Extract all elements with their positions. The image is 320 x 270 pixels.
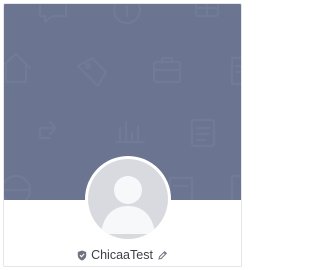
share-arrow-icon	[38, 120, 58, 140]
chat-bubble-icon	[38, 4, 68, 24]
profile-name-row: ChicaaTest	[4, 247, 241, 263]
profile-card: ChicaaTest	[3, 3, 242, 267]
profile-display-name: ChicaaTest	[91, 248, 153, 262]
home-icon	[4, 52, 32, 84]
globe-icon	[4, 174, 32, 200]
document-icon	[168, 176, 194, 200]
pencil-icon[interactable]	[157, 250, 168, 261]
info-icon	[112, 4, 142, 25]
tag-icon	[76, 56, 108, 88]
default-user-avatar-icon	[101, 176, 155, 234]
clipboard-icon	[190, 118, 216, 148]
briefcase-icon	[152, 56, 182, 84]
document-icon	[230, 56, 241, 86]
bar-chart-icon	[114, 120, 146, 144]
profile-avatar[interactable]	[88, 159, 168, 239]
grid-icon	[194, 4, 220, 18]
shield-icon	[77, 250, 87, 261]
document-icon	[230, 174, 241, 200]
